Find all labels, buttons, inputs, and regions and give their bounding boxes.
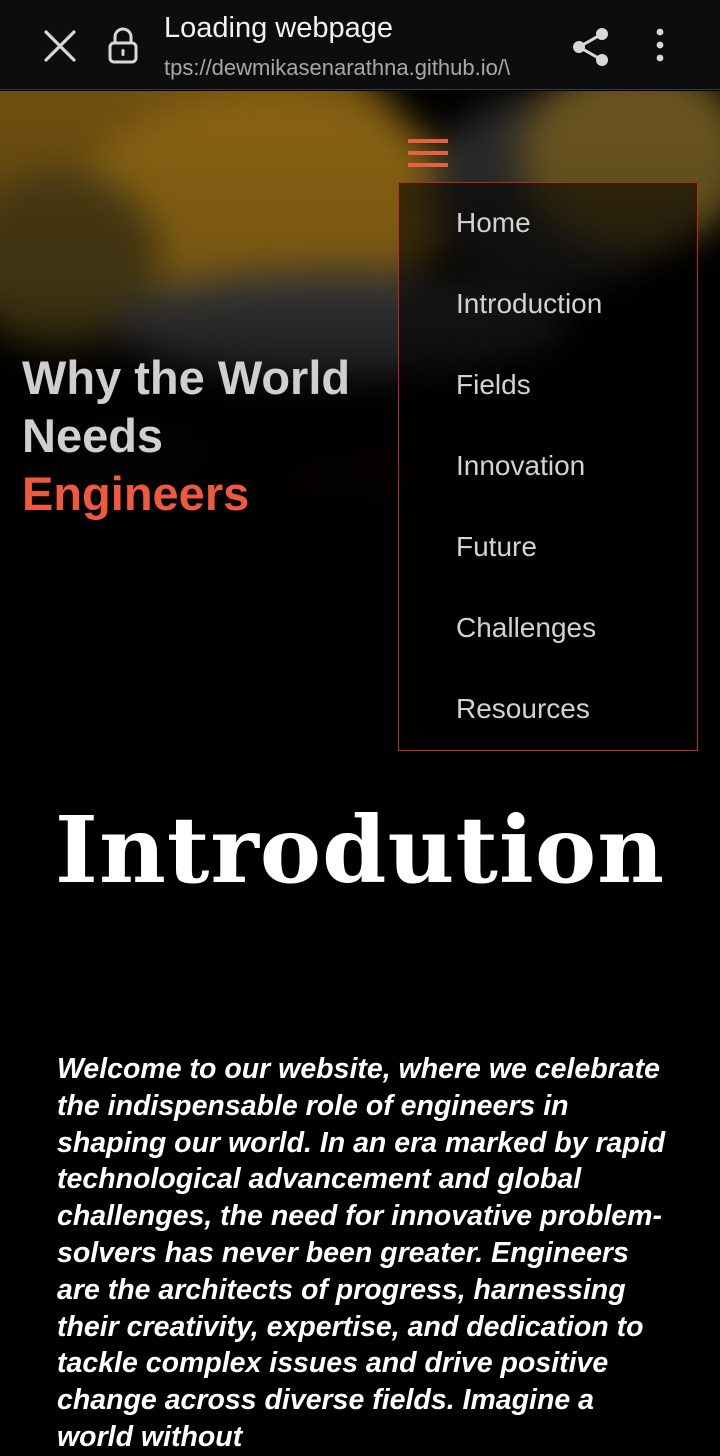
nav-item-challenges[interactable]: Challenges bbox=[456, 612, 596, 644]
browser-toolbar: Loading webpage tps://dewmikasenarathna.… bbox=[0, 0, 720, 90]
nav-item-home[interactable]: Home bbox=[456, 207, 531, 239]
section-title-introduction: Introdution bbox=[54, 796, 666, 904]
more-vert-icon[interactable] bbox=[648, 26, 672, 66]
hero-heading-line1: Why the World bbox=[22, 351, 351, 404]
intro-paragraph: Welcome to our website, where we celebra… bbox=[57, 1053, 666, 1453]
nav-item-future[interactable]: Future bbox=[456, 531, 537, 563]
nav-item-introduction[interactable]: Introduction bbox=[456, 288, 602, 320]
nav-dropdown-menu: Home Introduction Fields Innovation Futu… bbox=[398, 182, 698, 751]
close-icon[interactable] bbox=[40, 26, 80, 66]
hero-heading-line2: Needs bbox=[22, 409, 164, 462]
nav-item-innovation[interactable]: Innovation bbox=[456, 450, 585, 482]
url-text[interactable]: tps://dewmikasenarathna.github.io/\ bbox=[164, 55, 550, 81]
hero-heading: Why the World Needs Engineers bbox=[22, 349, 382, 523]
hamburger-menu-icon[interactable] bbox=[406, 136, 450, 170]
nav-item-fields[interactable]: Fields bbox=[456, 369, 531, 401]
page-title: Loading webpage bbox=[164, 12, 393, 44]
nav-item-resources[interactable]: Resources bbox=[456, 693, 590, 725]
lock-icon[interactable] bbox=[105, 26, 141, 66]
hero-heading-accent: Engineers bbox=[22, 467, 250, 520]
share-icon[interactable] bbox=[570, 26, 612, 68]
